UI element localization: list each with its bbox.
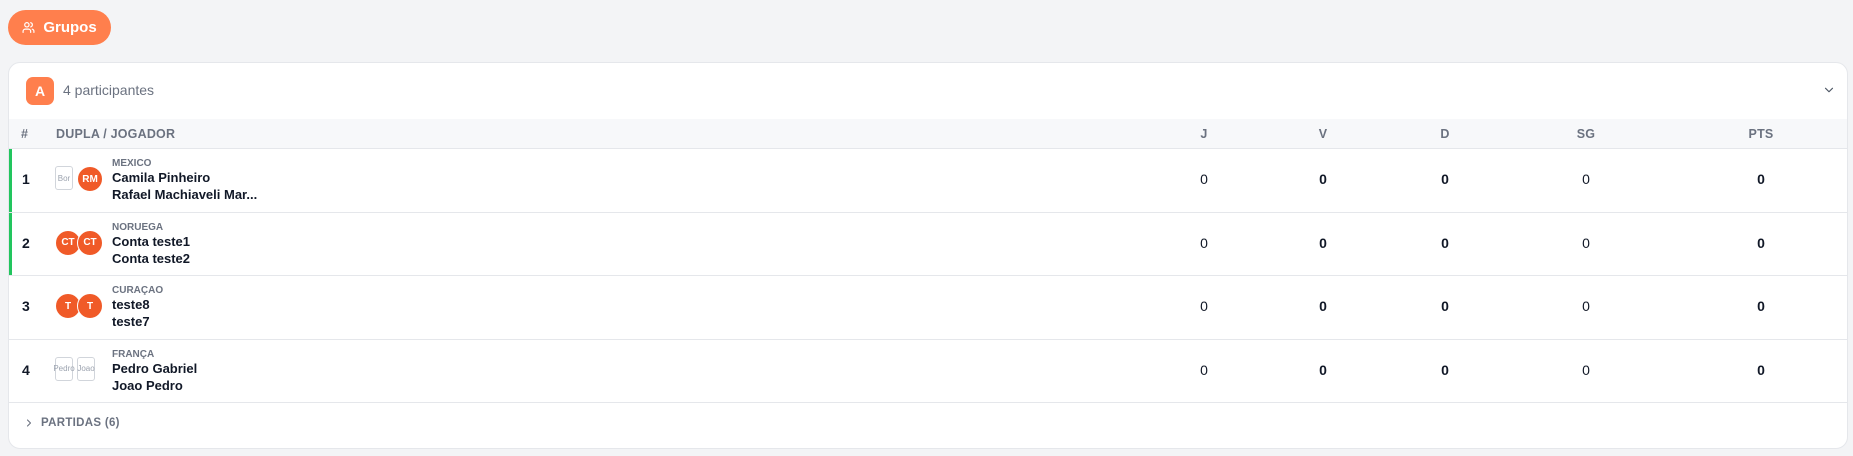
tab-grupos[interactable]: Grupos	[8, 10, 111, 45]
country-label: MEXICO	[112, 158, 152, 169]
row-rank: 2	[22, 234, 30, 251]
stat-sg: 0	[1582, 361, 1590, 378]
stat-j: 0	[1200, 298, 1208, 314]
stat-v: 0	[1319, 171, 1327, 187]
row-rank: 1	[22, 171, 30, 187]
tab-label: Grupos	[43, 19, 97, 36]
player-name: Camila Pinheiro	[112, 170, 211, 185]
header-v: V	[1318, 127, 1328, 141]
stat-sg: 0	[1582, 171, 1590, 187]
avatar: Pedro	[53, 356, 75, 381]
group-card: A 4 participantes # DUPLA / JOGADOR J V …	[8, 62, 1848, 449]
avatar-group: Bor RM	[55, 166, 105, 192]
avatar: T	[77, 293, 103, 319]
avatar: Joao	[77, 356, 95, 381]
stat-d: 0	[1441, 171, 1449, 187]
player-name: Joao Pedro	[112, 377, 183, 393]
chevron-down-icon[interactable]	[1822, 83, 1836, 102]
partidas-label: PARTIDAS (6)	[41, 417, 120, 429]
table-row[interactable]: 4 Pedro Joao FRANÇA Pedro Gabriel Joao P…	[9, 338, 1847, 403]
stat-pts: 0	[1757, 298, 1765, 314]
header-team: DUPLA / JOGADOR	[56, 127, 176, 141]
row-rank: 4	[22, 361, 30, 378]
stat-sg: 0	[1582, 298, 1590, 314]
header-d: D	[1440, 127, 1450, 141]
country-label: CURAÇAO	[112, 285, 164, 296]
users-icon	[22, 21, 35, 34]
stat-sg: 0	[1582, 234, 1590, 251]
avatar-group: CT CT	[55, 229, 105, 256]
stat-j: 0	[1200, 171, 1208, 187]
stat-j: 0	[1200, 234, 1208, 251]
country-label: FRANÇA	[112, 348, 155, 360]
table-header: # DUPLA / JOGADOR J V D SG PTS	[9, 119, 1847, 148]
avatar: CT	[77, 229, 103, 256]
group-badge: A	[26, 77, 54, 105]
stat-v: 0	[1319, 234, 1327, 251]
chevron-right-icon	[23, 417, 35, 432]
country-label: NORUEGA	[112, 221, 164, 233]
player-name: Rafael Machiaveli Mar...	[112, 187, 258, 202]
player-name: Conta teste2	[112, 250, 191, 266]
header-sg: SG	[1576, 127, 1596, 141]
player-name: Pedro Gabriel	[112, 360, 198, 376]
avatar: Bor	[55, 166, 73, 190]
header-j: J	[1200, 127, 1208, 141]
stat-v: 0	[1319, 298, 1327, 314]
stat-d: 0	[1441, 234, 1449, 251]
header-pts: PTS	[1748, 127, 1774, 141]
table-row[interactable]: 1 Bor RM MEXICO Camila Pinheiro Rafael M…	[9, 148, 1847, 212]
stat-pts: 0	[1757, 361, 1765, 378]
row-rank: 3	[22, 298, 30, 314]
header-rank: #	[21, 127, 29, 141]
avatar-group: Pedro Joao	[53, 356, 105, 383]
partidas-toggle[interactable]: PARTIDAS (6)	[9, 402, 1847, 442]
table-row[interactable]: 3 T T CURAÇAO teste8 teste7 0 0 0 0 0	[9, 275, 1847, 339]
player-name: teste7	[112, 314, 150, 329]
stat-pts: 0	[1757, 171, 1765, 187]
group-header[interactable]: A 4 participantes	[9, 63, 1847, 119]
player-name: teste8	[112, 297, 150, 312]
table-row[interactable]: 2 CT CT NORUEGA Conta teste1 Conta teste…	[9, 211, 1847, 276]
avatar-group: T T	[55, 293, 105, 319]
player-name: Conta teste1	[112, 233, 191, 249]
avatar: RM	[77, 166, 103, 192]
stat-v: 0	[1319, 361, 1327, 378]
stat-d: 0	[1441, 361, 1449, 378]
stat-d: 0	[1441, 298, 1449, 314]
stat-j: 0	[1200, 361, 1208, 378]
stat-pts: 0	[1757, 234, 1765, 251]
participants-count: 4 participantes	[63, 82, 155, 98]
